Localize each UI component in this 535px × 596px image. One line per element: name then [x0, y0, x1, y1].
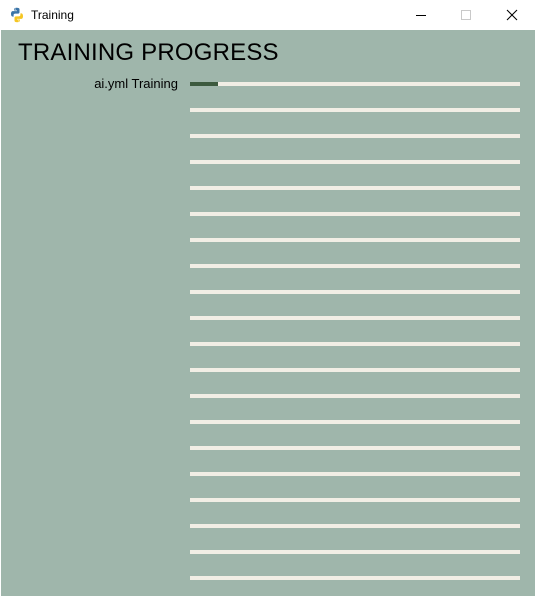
progress-label: ai.yml Training — [94, 76, 178, 91]
maximize-button[interactable] — [443, 0, 489, 30]
progress-bar — [190, 82, 520, 86]
progress-bar — [190, 186, 520, 190]
page-title: TRAINING PROGRESS — [18, 39, 279, 66]
progress-bar — [190, 498, 520, 502]
progress-bar-fill — [190, 82, 218, 86]
progress-bar — [190, 264, 520, 268]
progress-bar — [190, 368, 520, 372]
minimize-icon — [416, 15, 426, 16]
progress-bar — [190, 290, 520, 294]
progress-bar — [190, 524, 520, 528]
progress-bar — [190, 108, 520, 112]
training-window: Training TRAINING PROGRESS ai.yml Traini… — [0, 0, 535, 596]
window-title: Training — [31, 8, 74, 22]
progress-bar — [190, 420, 520, 424]
progress-bar — [190, 160, 520, 164]
training-panel: TRAINING PROGRESS ai.yml Training — [1, 30, 535, 596]
python-icon — [11, 7, 23, 23]
progress-bar — [190, 576, 520, 580]
progress-bar — [190, 316, 520, 320]
progress-bar — [190, 550, 520, 554]
minimize-button[interactable] — [398, 0, 444, 30]
title-bar[interactable]: Training — [0, 0, 535, 30]
progress-bar — [190, 446, 520, 450]
close-icon — [506, 9, 518, 21]
progress-bar — [190, 342, 520, 346]
close-button[interactable] — [489, 0, 535, 30]
progress-bar — [190, 212, 520, 216]
progress-bar — [190, 472, 520, 476]
progress-bar — [190, 238, 520, 242]
maximize-icon — [461, 10, 471, 20]
progress-bar — [190, 394, 520, 398]
progress-bar — [190, 134, 520, 138]
